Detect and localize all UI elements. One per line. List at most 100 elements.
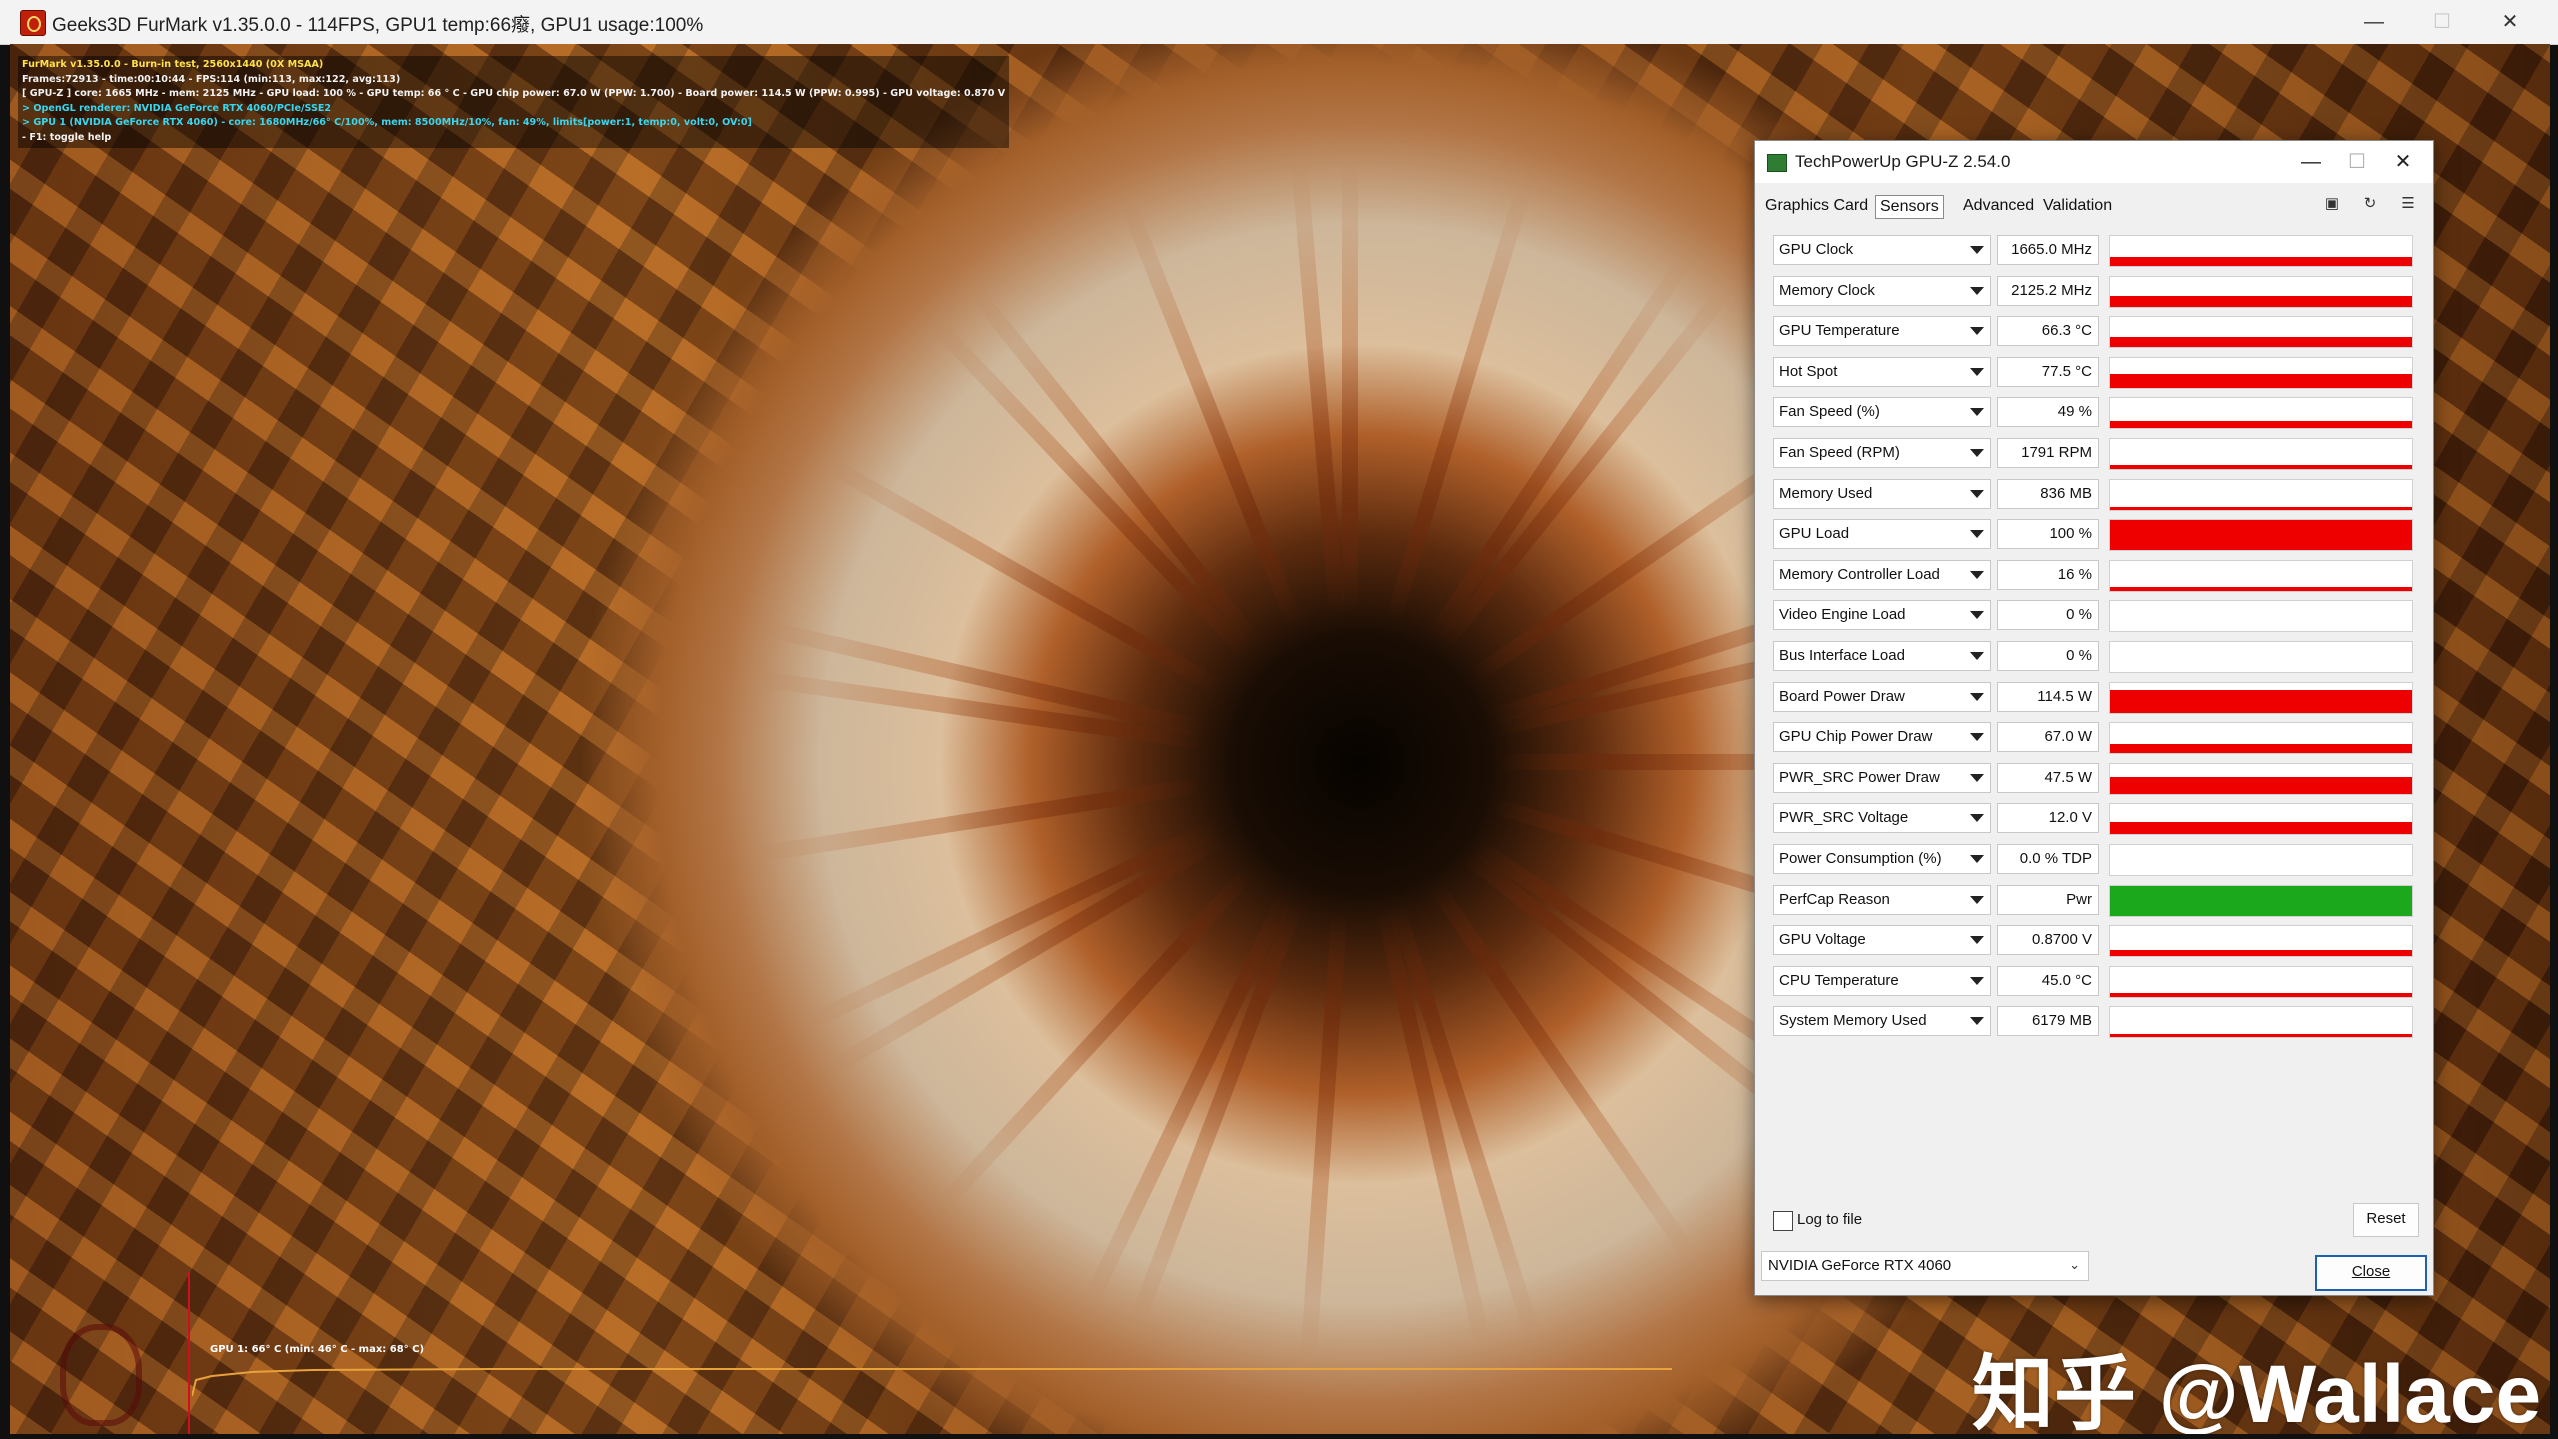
furmark-close-button[interactable]: ✕ <box>2478 6 2542 38</box>
sensor-graph <box>2109 438 2413 470</box>
sensor-graph <box>2109 559 2413 592</box>
dropdown-arrow-icon <box>1970 692 1984 701</box>
sensor-name-dropdown[interactable]: Board Power Draw <box>1773 681 1991 712</box>
sensor-name-dropdown[interactable]: Memory Used <box>1773 478 1991 509</box>
furmark-overlay-info: FurMark v1.35.0.0 - Burn-in test, 2560x1… <box>18 56 1010 148</box>
sensor-row: GPU Load 100 % <box>1773 517 2419 552</box>
sensor-name-dropdown[interactable]: Fan Speed (%) <box>1773 397 1991 428</box>
sensor-name-dropdown[interactable]: PerfCap Reason <box>1773 884 1991 915</box>
sensor-name-dropdown[interactable]: GPU Load <box>1773 519 1991 550</box>
furmark-maximize-button[interactable]: ☐ <box>2410 6 2474 38</box>
furmark-minimize-button[interactable]: — <box>2342 6 2406 38</box>
sensor-value: 0 % <box>2066 606 2092 624</box>
sensor-name-dropdown[interactable]: CPU Temperature <box>1773 965 1991 996</box>
sensor-name-dropdown[interactable]: PWR_SRC Voltage <box>1773 803 1991 834</box>
tab-sensors[interactable]: Sensors <box>1875 195 1944 219</box>
sensor-value-box: 0 % <box>1997 641 2099 671</box>
sensor-graph-fill <box>2110 885 2412 916</box>
sensor-value-box: Pwr <box>1997 884 2099 915</box>
sensor-value: 45.0 °C <box>2041 971 2092 989</box>
sensor-name-dropdown[interactable]: Memory Clock <box>1773 275 1991 306</box>
sensor-name-dropdown[interactable]: GPU Chip Power Draw <box>1773 722 1991 753</box>
overlay-line: Frames:72913 - time:00:10:44 - FPS:114 (… <box>22 73 401 85</box>
gpuz-maximize-button[interactable]: ☐ <box>2337 146 2377 178</box>
dropdown-arrow-icon <box>1970 530 1984 539</box>
sensor-name: Hot Spot <box>1779 362 1838 380</box>
reset-button[interactable]: Reset <box>2353 1203 2419 1237</box>
tab-advanced[interactable]: Advanced <box>1963 195 2034 217</box>
tab-graphics-card[interactable]: Graphics Card <box>1765 195 1868 217</box>
sensor-value-box: 114.5 W <box>1997 681 2099 712</box>
sensor-value-box: 100 % <box>1997 519 2099 550</box>
sensor-name-dropdown[interactable]: Hot Spot <box>1773 356 1991 387</box>
sensor-value-box: 6179 MB <box>1997 1006 2099 1037</box>
menu-icon[interactable]: ☰ <box>2397 193 2419 215</box>
dropdown-arrow-icon <box>1970 286 1984 295</box>
sensor-value: 16 % <box>2057 565 2092 583</box>
sensor-graph-fill <box>2110 1034 2412 1038</box>
tab-validation[interactable]: Validation <box>2043 195 2112 217</box>
sensor-value: 1665.0 MHz <box>2011 241 2092 258</box>
sensor-name-dropdown[interactable]: Video Engine Load <box>1773 600 1991 631</box>
sensor-graph <box>2109 803 2413 836</box>
dropdown-arrow-icon <box>1970 1017 1984 1026</box>
sensor-row: Power Consumption (%) 0.0 % TDP <box>1773 842 2419 876</box>
sensor-graph-fill <box>2110 822 2412 835</box>
sensor-name: GPU Voltage <box>1779 931 1866 949</box>
furmark-window-title: Geeks3D FurMark v1.35.0.0 - 114FPS, GPU1… <box>52 15 704 36</box>
overlay-line: [ GPU-Z ] core: 1665 MHz - mem: 2125 MHz… <box>22 88 1006 100</box>
sensor-graph-fill <box>2110 464 2412 469</box>
sensor-row: PWR_SRC Power Draw 47.5 W <box>1773 761 2419 795</box>
sensor-name-dropdown[interactable]: GPU Voltage <box>1773 925 1991 956</box>
sensor-name-dropdown[interactable]: PWR_SRC Power Draw <box>1773 762 1991 793</box>
sensor-value: 67.0 W <box>2044 728 2092 746</box>
sensor-name: System Memory Used <box>1779 1012 1927 1030</box>
sensor-name-dropdown[interactable]: GPU Clock <box>1773 235 1991 265</box>
sensor-name: PerfCap Reason <box>1779 890 1890 908</box>
sensor-value: 6179 MB <box>2031 1012 2092 1030</box>
sensor-value-box: 45.0 °C <box>1997 965 2099 996</box>
sensor-name-dropdown[interactable]: Power Consumption (%) <box>1773 844 1991 874</box>
sensor-name: PWR_SRC Voltage <box>1779 809 1909 827</box>
sensor-name-dropdown[interactable]: Memory Controller Load <box>1773 559 1991 590</box>
sensor-name-dropdown[interactable]: GPU Temperature <box>1773 316 1991 347</box>
refresh-icon[interactable]: ↻ <box>2359 193 2381 215</box>
sensor-graph-fill <box>2110 993 2412 997</box>
sensor-value: 836 MB <box>2040 484 2092 502</box>
camera-icon[interactable]: ▣ <box>2321 193 2343 215</box>
gpuz-close-button[interactable]: ✕ <box>2383 146 2423 178</box>
gpuz-minimize-button[interactable]: — <box>2291 146 2331 178</box>
gpu-device-select[interactable]: NVIDIA GeForce RTX 4060 ⌄ <box>1761 1251 2089 1281</box>
iris-ray <box>1342 142 1358 762</box>
sensor-name: PWR_SRC Power Draw <box>1779 768 1940 786</box>
sensor-row: Video Engine Load 0 % <box>1773 598 2419 633</box>
sensor-row: Memory Used 836 MB <box>1773 477 2419 511</box>
sensor-name: Fan Speed (RPM) <box>1779 444 1900 461</box>
sensor-graph-fill <box>2110 257 2412 266</box>
gpu-temp-line <box>192 1368 1672 1397</box>
gpuz-titlebar[interactable]: TechPowerUp GPU-Z 2.54.0 — ☐ ✕ <box>1755 141 2433 183</box>
sensor-row: Board Power Draw 114.5 W <box>1773 680 2419 714</box>
sensor-graph <box>2109 884 2413 917</box>
sensor-name-dropdown[interactable]: System Memory Used <box>1773 1006 1991 1037</box>
sensor-row: Memory Controller Load 16 % <box>1773 558 2419 592</box>
sensor-name: Memory Controller Load <box>1779 565 1940 583</box>
iris-ray <box>1342 166 1538 765</box>
sensor-name-dropdown[interactable]: Bus Interface Load <box>1773 641 1991 671</box>
sensor-value-box: 77.5 °C <box>1997 356 2099 387</box>
overlay-line: > GPU 1 (NVIDIA GeForce RTX 4060) - core… <box>22 117 752 129</box>
zhihu-watermark: 知乎 @Wallace <box>1972 1349 2542 1434</box>
sensor-name-dropdown[interactable]: Fan Speed (RPM) <box>1773 438 1991 468</box>
sensor-row: Fan Speed (RPM) 1791 RPM <box>1773 436 2419 470</box>
furmark-titlebar[interactable]: Geeks3D FurMark v1.35.0.0 - 114FPS, GPU1… <box>0 0 2558 45</box>
sensor-name: GPU Load <box>1779 525 1850 543</box>
sensor-name: GPU Chip Power Draw <box>1779 728 1933 746</box>
log-to-file-checkbox[interactable] <box>1773 1211 1793 1231</box>
sensor-value-box: 1665.0 MHz <box>1997 235 2099 265</box>
sensor-name: Power Consumption (%) <box>1779 850 1942 867</box>
sensor-row: Bus Interface Load 0 % <box>1773 639 2419 673</box>
sensor-graph <box>2109 235 2413 267</box>
sensor-value: 100 % <box>2049 525 2092 543</box>
gpuz-close-dialog-button[interactable]: Close <box>2315 1255 2427 1291</box>
gpuz-window-title: TechPowerUp GPU-Z 2.54.0 <box>1795 152 2011 171</box>
